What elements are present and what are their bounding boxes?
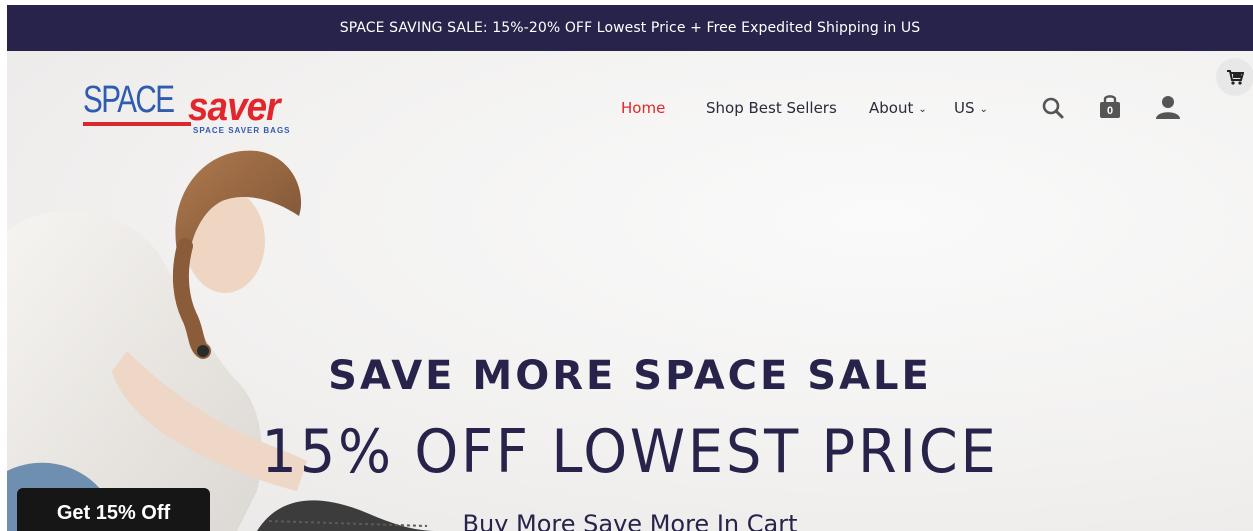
hero-headline: SAVE MORE SPACE SALE [328, 353, 932, 399]
user-icon [1156, 96, 1180, 119]
chevron-down-icon: ⌄ [979, 104, 988, 115]
discount-popup-button[interactable]: Get 15% Off [17, 488, 210, 531]
hero-section: SPACE saver SPACE SAVER BAGS Home Shop B… [7, 51, 1253, 531]
search-icon [1042, 97, 1064, 119]
nav-home[interactable]: Home [621, 99, 665, 117]
cart-count: 0 [1106, 105, 1114, 117]
chevron-down-icon: ⌄ [918, 104, 927, 115]
account-button[interactable] [1155, 95, 1181, 124]
page-frame: SPACE SAVING SALE: 15%-20% OFF Lowest Pr… [7, 5, 1253, 531]
cart-icon [1227, 70, 1244, 85]
logo-underline [83, 122, 191, 126]
logo-text-primary: SPACE [83, 79, 175, 121]
announcement-text: SPACE SAVING SALE: 15%-20% OFF Lowest Pr… [339, 20, 921, 36]
nav-country-label: US [954, 99, 975, 117]
logo-tagline: SPACE SAVER BAGS [193, 126, 291, 135]
discount-popup-label: Get 15% Off [56, 502, 171, 524]
brand-logo[interactable]: SPACE saver SPACE SAVER BAGS [83, 79, 313, 135]
cart-bag-button[interactable]: 0 [1098, 93, 1122, 119]
nav-about[interactable]: About ⌄ [869, 99, 927, 117]
floating-cart-button[interactable] [1216, 58, 1253, 96]
nav-country-selector[interactable]: US ⌄ [954, 99, 988, 117]
logo-text-secondary: saver [188, 85, 281, 129]
search-button[interactable] [1042, 97, 1064, 124]
hero-subheadline: 15% OFF LOWEST PRICE [261, 417, 999, 487]
nav-about-label: About [869, 99, 914, 117]
announcement-bar: SPACE SAVING SALE: 15%-20% OFF Lowest Pr… [7, 5, 1253, 51]
nav-shop-best-sellers[interactable]: Shop Best Sellers [706, 99, 837, 117]
